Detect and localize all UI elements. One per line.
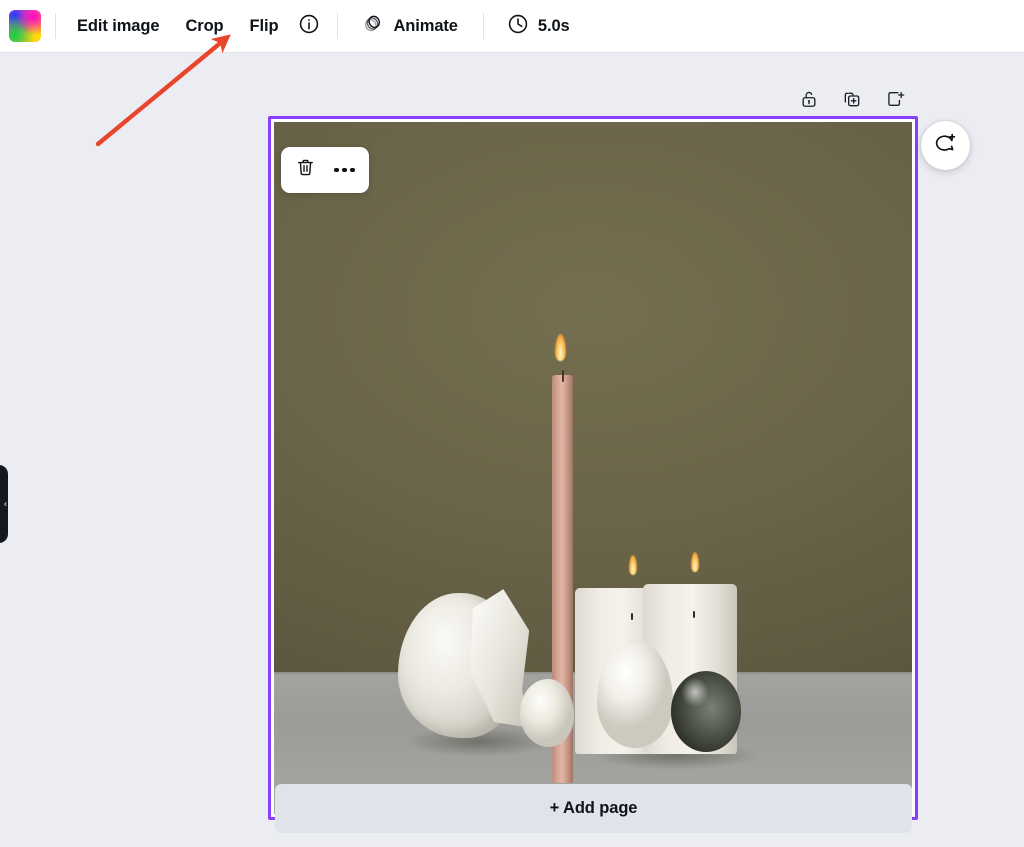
top-toolbar: Edit image Crop Flip Animate 5.0s xyxy=(0,0,1024,53)
candle-wick xyxy=(630,613,633,621)
page-frame-selected[interactable] xyxy=(268,116,918,820)
more-options-icon xyxy=(334,167,355,173)
unlock-icon xyxy=(799,89,819,114)
clock-icon xyxy=(507,13,529,40)
crop-button[interactable]: Crop xyxy=(172,8,236,44)
info-button[interactable] xyxy=(291,8,327,44)
candle-flame xyxy=(628,554,637,575)
add-page-button[interactable]: + Add page xyxy=(275,784,912,833)
trash-icon xyxy=(295,157,316,183)
duplicate-icon xyxy=(842,89,862,114)
flip-label: Flip xyxy=(249,16,279,35)
duration-button[interactable]: 5.0s xyxy=(494,8,583,44)
add-page-icon-button[interactable] xyxy=(879,85,911,117)
still-life-scene xyxy=(274,122,912,814)
page-artwork[interactable] xyxy=(274,122,912,814)
page-actions-bar xyxy=(793,85,911,117)
toolbar-divider xyxy=(55,13,56,39)
add-page-label: + Add page xyxy=(549,799,638,817)
info-icon xyxy=(298,13,320,40)
toolbar-divider xyxy=(482,13,484,39)
duration-label: 5.0s xyxy=(537,16,570,35)
add-comment-button[interactable] xyxy=(921,121,970,170)
canvas-workspace: ‹ + Add page xyxy=(0,53,1024,847)
animate-button[interactable]: Animate xyxy=(348,8,470,44)
add-page-icon xyxy=(885,89,905,114)
edit-image-label: Edit image xyxy=(77,16,160,35)
flip-button[interactable]: Flip xyxy=(237,8,292,44)
element-toolbar xyxy=(281,147,369,193)
add-comment-icon xyxy=(933,131,958,161)
duplicate-page-button[interactable] xyxy=(836,85,868,117)
animate-label: Animate xyxy=(393,16,458,35)
side-panel-toggle[interactable]: ‹ xyxy=(0,465,8,543)
lock-page-button[interactable] xyxy=(793,85,825,117)
more-options-button[interactable] xyxy=(329,154,361,186)
toolbar-divider xyxy=(337,13,339,39)
edit-image-button[interactable]: Edit image xyxy=(64,8,172,44)
delete-element-button[interactable] xyxy=(290,154,322,186)
crop-label: Crop xyxy=(185,16,224,35)
small-white-stone xyxy=(519,679,575,747)
chevron-left-icon: ‹ xyxy=(4,498,7,509)
candle-wick xyxy=(693,610,696,618)
dark-marble-sphere xyxy=(670,671,741,752)
animate-icon xyxy=(361,12,384,40)
app-logo[interactable] xyxy=(9,10,41,42)
